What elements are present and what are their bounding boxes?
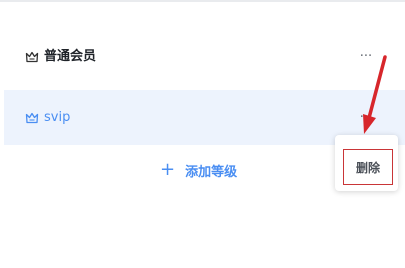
level-label: svip [44,109,71,125]
more-button[interactable]: ··· [356,110,376,125]
delete-menu-item[interactable]: 删除 [343,149,393,185]
level-label: 普通会员 [44,48,97,64]
plus-icon: + [160,159,176,180]
more-button[interactable]: ··· [356,49,376,64]
crown-icon [25,51,39,62]
crown-icon [25,112,39,123]
top-divider [0,0,405,2]
add-level-button[interactable]: + 添加等级 [160,160,237,180]
add-level-label: 添加等级 [185,164,238,180]
level-item-regular[interactable]: 普通会员 ··· [4,29,405,84]
more-menu-popup: 删除 [335,135,398,191]
